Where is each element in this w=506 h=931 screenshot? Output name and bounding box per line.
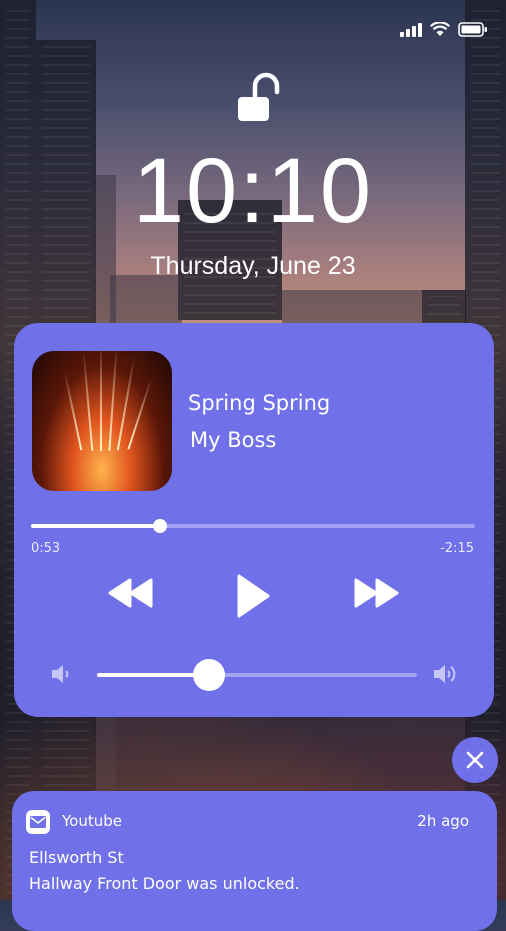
now-playing-card: Spring Spring My Boss 0:53 -2:15 bbox=[14, 323, 494, 717]
rewind-icon[interactable] bbox=[108, 577, 154, 609]
unlock-icon bbox=[238, 72, 280, 121]
song-title: Spring Spring bbox=[188, 391, 331, 415]
notification-card[interactable]: Youtube 2h ago Ellsworth St Hallway Fron… bbox=[12, 791, 497, 931]
notification-body: Hallway Front Door was unlocked. bbox=[29, 874, 300, 893]
wifi-icon bbox=[430, 22, 450, 36]
app-icon bbox=[26, 810, 50, 834]
notification-title: Ellsworth St bbox=[29, 848, 124, 867]
dismiss-button[interactable] bbox=[452, 737, 498, 783]
fast-forward-icon[interactable] bbox=[353, 577, 399, 609]
mail-icon bbox=[30, 816, 46, 828]
album-art bbox=[32, 351, 172, 491]
time-elapsed: 0:53 bbox=[31, 541, 61, 556]
status-bar bbox=[400, 22, 488, 37]
close-icon bbox=[466, 751, 484, 769]
volume-high-icon bbox=[434, 665, 456, 683]
time-remaining: -2:15 bbox=[440, 541, 474, 556]
progress-fill bbox=[31, 524, 160, 528]
notification-app-name: Youtube bbox=[62, 812, 122, 830]
lock-date: Thursday, June 23 bbox=[150, 252, 356, 280]
signal-icon bbox=[400, 22, 422, 37]
play-icon[interactable] bbox=[235, 573, 271, 619]
song-artist: My Boss bbox=[190, 428, 277, 452]
volume-slider[interactable] bbox=[97, 659, 417, 691]
battery-icon bbox=[458, 22, 487, 37]
volume-thumb[interactable] bbox=[193, 659, 225, 691]
volume-low-icon bbox=[52, 665, 69, 683]
progress-bar[interactable] bbox=[31, 519, 475, 533]
progress-thumb[interactable] bbox=[152, 519, 167, 533]
notification-time: 2h ago bbox=[417, 812, 469, 830]
lock-time: 10:10 bbox=[132, 140, 374, 242]
